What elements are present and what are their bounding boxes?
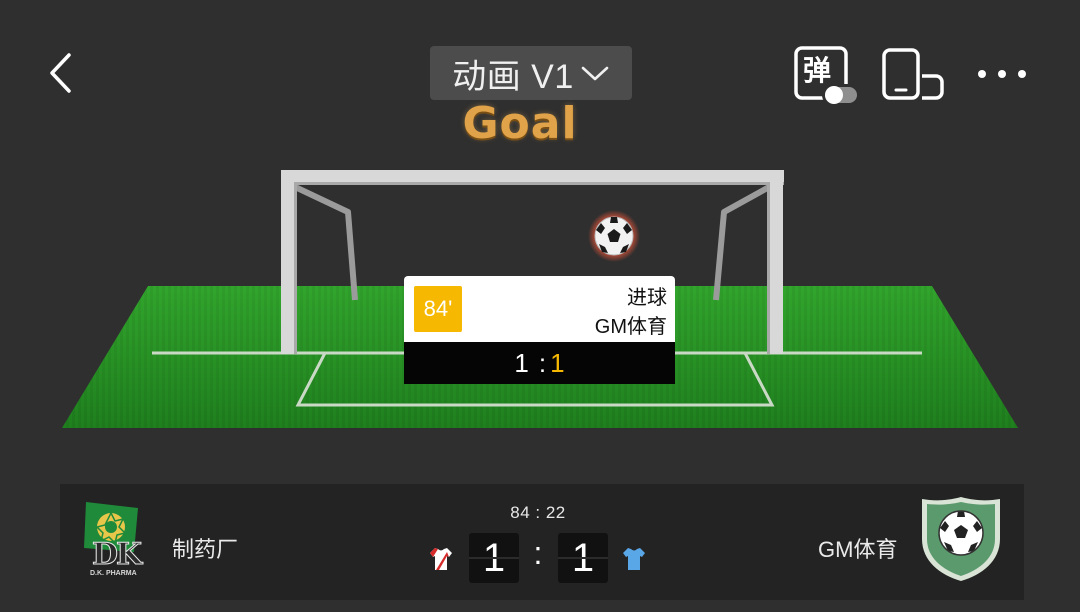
away-score: 1 (558, 533, 608, 583)
away-team-name[interactable]: GM体育 (818, 532, 897, 564)
rotate-screen-icon (882, 48, 944, 100)
danmaku-toggle[interactable]: 弹 (792, 44, 860, 108)
goal-banner: Goal (462, 98, 578, 149)
home-team-logo[interactable]: DK D.K. PHARMA (82, 500, 144, 580)
goal-stanchion-right (713, 183, 773, 301)
event-score-separator: : (538, 347, 547, 378)
event-card: 84' 进球 GM体育 1 : 1 (404, 276, 675, 384)
more-icon (978, 70, 1026, 78)
event-score-row: 1 : 1 (404, 342, 675, 384)
event-score-home: 1 (514, 347, 529, 378)
home-kit-icon (430, 548, 452, 570)
animation-version-label: 动画 V1 (452, 57, 574, 96)
home-score: 1 (469, 533, 519, 583)
back-button[interactable] (40, 50, 80, 96)
danmaku-label: 弹 (803, 55, 832, 86)
score-separator: : (533, 535, 543, 571)
goal-stanchion-left (291, 183, 358, 301)
more-button[interactable] (972, 56, 1032, 92)
event-type-label: 进球 (627, 287, 667, 309)
event-team-label: GM体育 (594, 316, 667, 338)
event-minute-badge: 84' (414, 286, 462, 332)
animation-stage: 动画 V1 弹 Goal 84' 进球 GM体育 1: 1 (0, 0, 1080, 480)
rotate-screen-button[interactable] (880, 46, 948, 104)
home-logo-caption: D.K. PHARMA (90, 570, 137, 577)
away-team-crest (922, 497, 1000, 581)
match-clock: 84 : 22 (510, 503, 566, 522)
event-score-away: 1 (550, 347, 565, 378)
event-card-header: 84' 进球 GM体育 (404, 276, 675, 342)
home-logo-text: DK (91, 537, 142, 572)
away-kit-icon (623, 548, 645, 570)
animation-version-selector[interactable]: 动画 V1 (430, 46, 632, 100)
away-team-logo[interactable] (920, 495, 1002, 583)
back-icon (50, 53, 71, 93)
chevron-down-icon (581, 66, 609, 81)
soccer-ball-icon (588, 210, 640, 262)
goal-crossbar (281, 170, 784, 184)
home-team-name[interactable]: 制药厂 (172, 532, 238, 564)
